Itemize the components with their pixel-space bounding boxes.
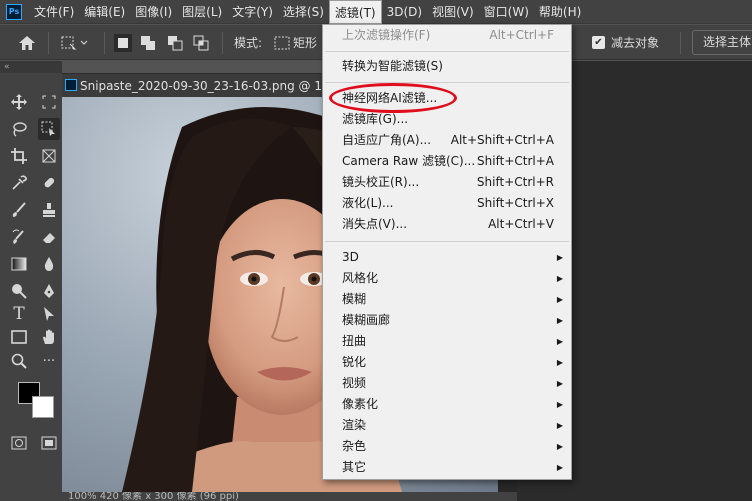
menu-select[interactable]: 选择(S) [278, 0, 329, 24]
status-bar: 100% 420 像素 x 300 像素 (96 ppi) [62, 492, 517, 501]
gradient-icon[interactable] [8, 253, 30, 275]
pen-icon[interactable] [38, 280, 60, 302]
menu-lens-correction[interactable]: 镜头校正(R)... Shift+Ctrl+R [323, 172, 571, 193]
submenu-distort[interactable]: 扭曲 ▶ [323, 331, 571, 352]
shape-label: 矩形 [293, 36, 318, 50]
more-tools-icon[interactable]: ··· [38, 350, 60, 372]
submenu-noise[interactable]: 杂色 ▶ [323, 436, 571, 457]
menu-divider [325, 241, 569, 242]
shape-icon[interactable] [8, 326, 30, 348]
subtract-object-checkbox[interactable]: ✔ 减去对象 [592, 25, 659, 60]
healing-brush-icon[interactable] [38, 172, 60, 194]
home-icon[interactable] [18, 25, 36, 60]
menu-neural-filters[interactable]: 神经网络AI滤镜... [323, 88, 571, 109]
crop-icon[interactable] [8, 145, 30, 167]
quick-mask-icon[interactable] [8, 432, 30, 454]
type-icon[interactable]: T [8, 303, 30, 325]
hand-icon[interactable] [38, 326, 60, 348]
brush-icon[interactable] [8, 199, 30, 221]
submenu-blur-gallery[interactable]: 模糊画廊 ▶ [323, 310, 571, 331]
submenu-pixelate[interactable]: 像素化 ▶ [323, 394, 571, 415]
submenu-arrow-icon: ▶ [556, 400, 563, 409]
dodge-icon[interactable] [8, 280, 30, 302]
submenu-arrow-icon: ▶ [556, 379, 563, 388]
menu-type[interactable]: 文字(Y) [227, 0, 278, 24]
submenu-video[interactable]: 视频 ▶ [323, 373, 571, 394]
panel-collapse-toggle[interactable]: « [0, 61, 62, 73]
submenu-arrow-icon: ▶ [556, 253, 563, 262]
tools-panel: T ··· [0, 73, 62, 501]
history-brush-icon[interactable] [8, 226, 30, 248]
path-selection-icon[interactable] [38, 303, 60, 325]
frame-icon[interactable] [38, 145, 60, 167]
subtract-object-label: 减去对象 [611, 36, 660, 50]
blur-icon[interactable] [38, 253, 60, 275]
menu-camera-raw[interactable]: Camera Raw 滤镜(C)... Shift+Ctrl+A [323, 151, 571, 172]
ps-file-icon [65, 79, 77, 91]
menu-3d[interactable]: 3D(D) [382, 0, 427, 24]
submenu-arrow-icon: ▶ [556, 337, 563, 346]
menu-bar: Ps 文件(F) 编辑(E) 图像(I) 图层(L) 文字(Y) 选择(S) 滤… [0, 0, 752, 24]
zoom-icon[interactable] [8, 350, 30, 372]
screen-mode-icon[interactable] [38, 432, 60, 454]
marquee-tool-preset-icon[interactable] [60, 25, 88, 60]
submenu-arrow-icon: ▶ [556, 274, 563, 283]
intersect-selection-icon[interactable] [193, 25, 209, 60]
menu-file[interactable]: 文件(F) [29, 0, 79, 24]
menu-window[interactable]: 窗口(W) [479, 0, 534, 24]
menu-image[interactable]: 图像(I) [130, 0, 177, 24]
menu-last-filter[interactable]: 上次滤镜操作(F) Alt+Ctrl+F [323, 25, 571, 46]
menu-liquify[interactable]: 液化(L)... Shift+Ctrl+X [323, 193, 571, 214]
eyedropper-icon[interactable] [8, 172, 30, 194]
menu-divider [325, 82, 569, 83]
stamp-icon[interactable] [38, 199, 60, 221]
menu-adaptive-wide-angle[interactable]: 自适应广角(A)... Alt+Shift+Ctrl+A [323, 130, 571, 151]
dashed-rect-icon [274, 36, 290, 49]
menu-divider [325, 51, 569, 52]
document-title: Snipaste_2020-09-30_23-16-03.png @ 100%(… [80, 79, 322, 93]
submenu-other[interactable]: 其它 ▶ [323, 457, 571, 478]
photoshop-logo-icon: Ps [6, 3, 22, 20]
lasso-icon[interactable] [8, 118, 30, 140]
submenu-arrow-icon: ▶ [556, 463, 563, 472]
submenu-arrow-icon: ▶ [556, 442, 563, 451]
mode-label: 模式: [234, 36, 263, 50]
background-color-swatch[interactable] [32, 396, 54, 418]
divider [48, 31, 49, 54]
submenu-arrow-icon: ▶ [556, 295, 563, 304]
menu-edit[interactable]: 编辑(E) [79, 0, 130, 24]
filter-menu-dropdown: 上次滤镜操作(F) Alt+Ctrl+F 转换为智能滤镜(S) 神经网络AI滤镜… [322, 24, 572, 480]
submenu-sharpen[interactable]: 锐化 ▶ [323, 352, 571, 373]
checkmark-icon: ✔ [592, 36, 605, 49]
object-selection-icon[interactable] [38, 118, 60, 140]
submenu-render[interactable]: 渲染 ▶ [323, 415, 571, 436]
menu-filter[interactable]: 滤镜(T) [328, 0, 382, 24]
submenu-stylize[interactable]: 风格化 ▶ [323, 268, 571, 289]
menu-layer[interactable]: 图层(L) [177, 0, 227, 24]
select-subject-button[interactable]: 选择主体 [692, 30, 752, 55]
submenu-blur[interactable]: 模糊 ▶ [323, 289, 571, 310]
menu-vanishing-point[interactable]: 消失点(V)... Alt+Ctrl+V [323, 214, 571, 235]
menu-filter-gallery[interactable]: 滤镜库(G)... [323, 109, 571, 130]
submenu-arrow-icon: ▶ [556, 421, 563, 430]
menu-convert-smart-filters[interactable]: 转换为智能滤镜(S) [323, 56, 571, 77]
subtract-selection-icon[interactable] [167, 25, 183, 60]
shape-mode-dropdown[interactable]: 矩形 [274, 25, 317, 60]
new-selection-icon[interactable] [114, 25, 132, 60]
submenu-3d[interactable]: 3D ▶ [323, 247, 571, 268]
menu-help[interactable]: 帮助(H) [534, 0, 586, 24]
add-selection-icon[interactable] [140, 25, 156, 60]
eraser-icon[interactable] [38, 226, 60, 248]
menu-view[interactable]: 视图(V) [427, 0, 479, 24]
move-icon[interactable] [8, 91, 30, 113]
submenu-arrow-icon: ▶ [556, 316, 563, 325]
submenu-arrow-icon: ▶ [556, 358, 563, 367]
document-tab[interactable]: Snipaste_2020-09-30_23-16-03.png @ 100%(… [62, 73, 322, 97]
artboard-icon[interactable] [38, 91, 60, 113]
